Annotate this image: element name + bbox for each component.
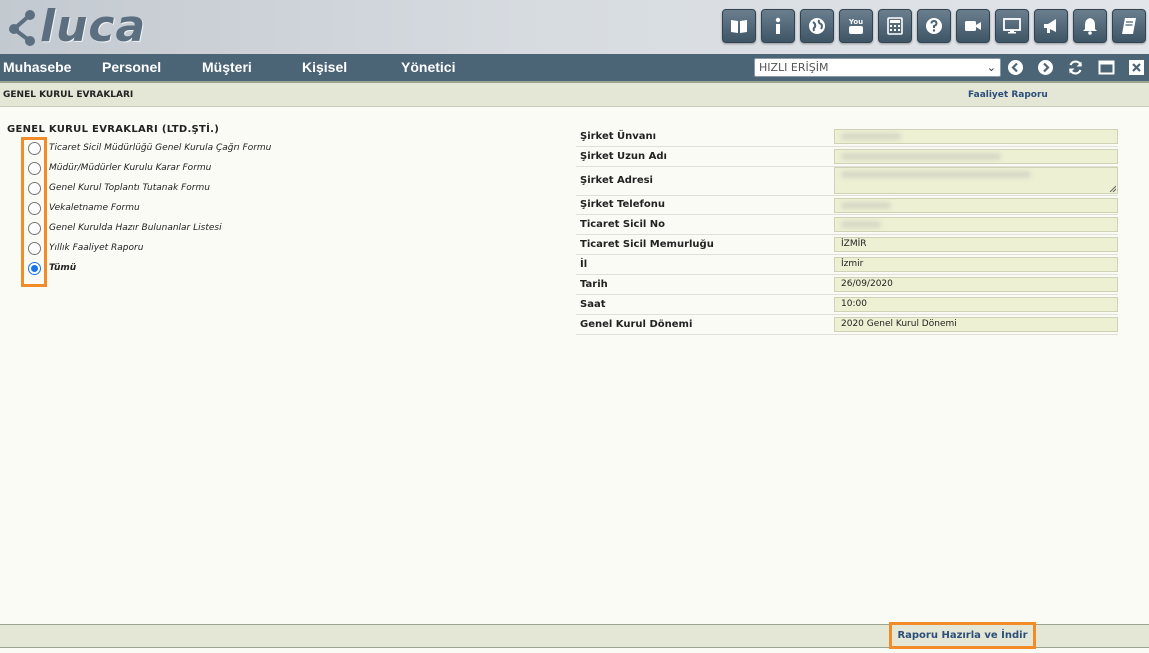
radio-option-attendees-list[interactable]: Genel Kurulda Hazır Bulunanlar Listesi <box>28 220 222 236</box>
monitor-icon <box>1003 18 1021 34</box>
remote-support-button[interactable] <box>995 9 1029 43</box>
radio-option-call-form[interactable]: Ticaret Sicil Müdürlüğü Genel Kurula Çağ… <box>28 140 271 156</box>
help-icon <box>926 18 942 34</box>
radio-option-label: Ticaret Sicil Müdürlüğü Genel Kurula Çağ… <box>49 143 272 153</box>
info-row-city: İl İzmir <box>576 255 1118 275</box>
help-button[interactable] <box>917 9 951 43</box>
globe-icon <box>809 18 825 34</box>
page-header: GENEL KURUL EVRAKLARI Faaliyet Raporu <box>0 81 1149 107</box>
info-row-time: Saat 10:00 <box>576 295 1118 315</box>
radio-option-label: Genel Kurul Toplantı Tutanak Formu <box>49 183 210 193</box>
info-row-date: Tarih 26/09/2020 <box>576 275 1118 295</box>
info-row-company-address: Şirket Adresi <box>576 167 1118 196</box>
company-long-name-field[interactable] <box>834 149 1118 164</box>
company-phone-field[interactable] <box>834 198 1118 213</box>
info-label: Ticaret Sicil Memurluğu <box>580 239 714 250</box>
logo-text: luca <box>40 1 147 52</box>
general-assembly-period-field[interactable]: 2020 Genel Kurul Dönemi <box>834 317 1118 332</box>
info-row-company-long-name: Şirket Uzun Adı <box>576 147 1118 167</box>
radio-option-label: Vekaletname Formu <box>49 203 140 213</box>
close-icon[interactable] <box>1128 59 1145 76</box>
page-title: GENEL KURUL EVRAKLARI <box>3 90 134 100</box>
radio-option-label: Yıllık Faaliyet Raporu <box>49 243 144 253</box>
info-label: Saat <box>580 299 606 310</box>
radio-option-label: Tümü <box>49 263 77 273</box>
menu-item-kisisel[interactable]: Kişisel <box>302 54 347 81</box>
info-row-company-title: Şirket Ünvanı <box>576 127 1118 147</box>
youtube-icon: You <box>848 18 863 34</box>
info-row-company-phone: Şirket Telefonu <box>576 196 1118 215</box>
info-label: Şirket Adresi <box>580 175 653 186</box>
notebook-icon <box>1122 18 1136 34</box>
menu-item-musteri[interactable]: Müşteri <box>202 54 252 81</box>
notifications-button[interactable] <box>1073 9 1107 43</box>
date-field[interactable]: 26/09/2020 <box>834 277 1118 292</box>
luca-logo[interactable]: luca <box>4 4 146 50</box>
resize-handle-icon[interactable] <box>1109 185 1116 192</box>
info-label: Şirket Uzun Adı <box>580 151 667 162</box>
radio-option-label: Genel Kurulda Hazır Bulunanlar Listesi <box>49 223 222 233</box>
megaphone-icon <box>1044 19 1056 33</box>
menu-item-personel[interactable]: Personel <box>102 54 161 81</box>
time-field[interactable]: 10:00 <box>834 297 1118 312</box>
toolbar: You <box>717 9 1146 43</box>
menu-item-yonetici[interactable]: Yönetici <box>401 54 455 81</box>
forward-icon[interactable] <box>1037 59 1054 76</box>
calculator-icon <box>887 17 903 35</box>
radio-option-label: Müdür/Müdürler Kurulu Karar Formu <box>49 163 212 173</box>
radio-highlight-box <box>21 137 47 287</box>
main-menu: Muhasebe Personel Müşteri Kişisel Yöneti… <box>0 54 1149 81</box>
refresh-icon[interactable] <box>1067 59 1084 76</box>
info-label: Tarih <box>580 279 608 290</box>
city-field[interactable]: İzmir <box>834 257 1118 272</box>
chevron-down-icon: ⌄ <box>986 61 996 74</box>
trade-registry-no-field[interactable] <box>834 217 1118 232</box>
app-window: luca You Muhasebe Personel Müşteri Kişis… <box>0 0 1149 653</box>
info-row-general-assembly-period: Genel Kurul Dönemi 2020 Genel Kurul Döne… <box>576 315 1118 335</box>
form-title: GENEL KURUL EVRAKLARI (LTD.ŞTİ.) <box>7 124 220 135</box>
notes-button[interactable] <box>1112 9 1146 43</box>
book-icon <box>731 20 747 33</box>
maximize-icon[interactable] <box>1098 59 1115 76</box>
quick-access-value: HIZLI ERİŞİM <box>759 61 829 74</box>
info-row-trade-registry-office: Ticaret Sicil Memurluğu İZMİR <box>576 235 1118 255</box>
video-camera-icon <box>965 21 981 31</box>
info-label: İl <box>580 259 588 270</box>
info-label: Şirket Ünvanı <box>580 131 657 142</box>
youtube-button[interactable]: You <box>839 9 873 43</box>
app-header: luca You <box>0 0 1149 54</box>
quick-access-select[interactable]: HIZLI ERİŞİM ⌄ <box>754 58 1001 77</box>
info-button[interactable] <box>761 9 795 43</box>
radio-option-board-decision[interactable]: Müdür/Müdürler Kurulu Karar Formu <box>28 160 211 176</box>
info-label: Ticaret Sicil No <box>580 219 666 230</box>
activity-report-link[interactable]: Faaliyet Raporu <box>968 90 1048 100</box>
info-icon <box>775 17 781 34</box>
back-icon[interactable] <box>1007 59 1024 76</box>
info-label: Şirket Telefonu <box>580 199 665 210</box>
youtube-logo-text: You <box>848 18 863 26</box>
trade-registry-office-field[interactable]: İZMİR <box>834 237 1118 252</box>
web-button[interactable] <box>800 9 834 43</box>
bell-icon <box>1083 18 1097 35</box>
info-row-trade-registry-no: Ticaret Sicil No <box>576 215 1118 235</box>
company-address-textarea[interactable] <box>834 167 1118 194</box>
video-button[interactable] <box>956 9 990 43</box>
manual-button[interactable] <box>722 9 756 43</box>
menu-item-muhasebe[interactable]: Muhasebe <box>3 54 71 81</box>
company-title-field[interactable] <box>834 129 1118 144</box>
prepare-and-download-button[interactable]: Raporu Hazırla ve İndir <box>889 622 1036 649</box>
radio-option-meeting-minutes[interactable]: Genel Kurul Toplantı Tutanak Formu <box>28 180 210 196</box>
calculator-button[interactable] <box>878 9 912 43</box>
info-label: Genel Kurul Dönemi <box>580 319 693 330</box>
announcements-button[interactable] <box>1034 9 1068 43</box>
luca-logo-mark-icon <box>9 10 35 46</box>
